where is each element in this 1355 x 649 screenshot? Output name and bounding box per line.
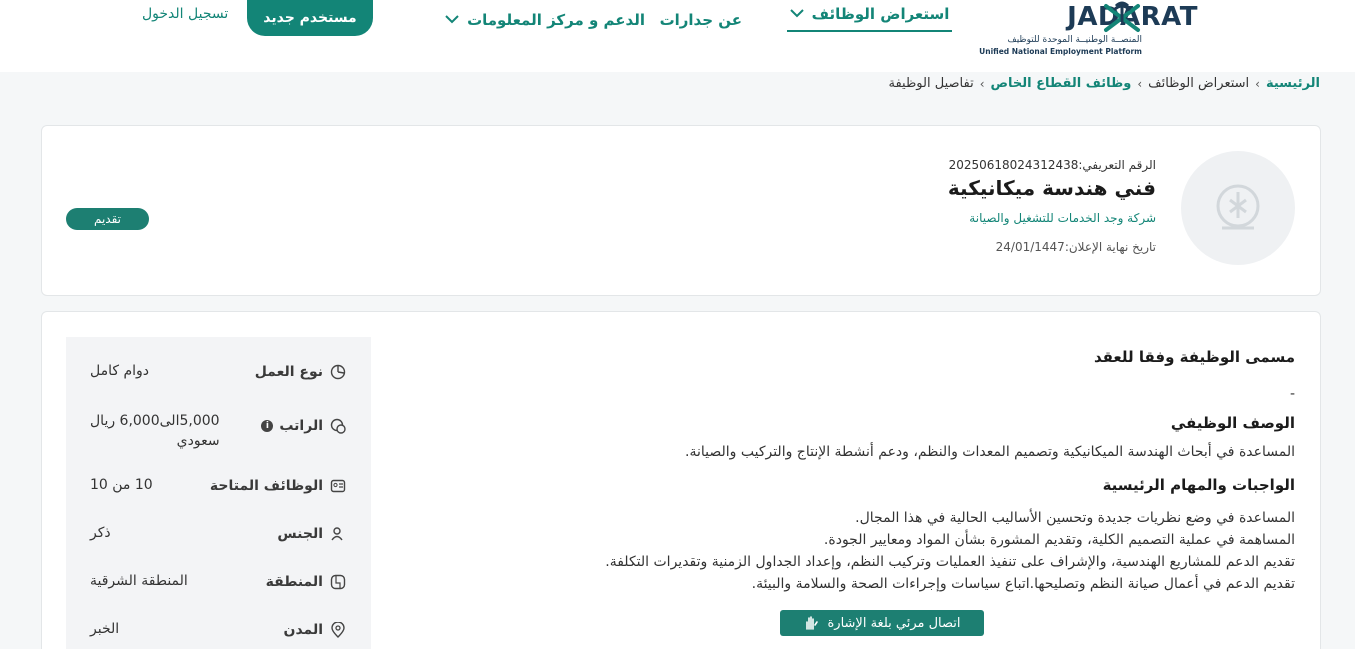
description-text: المساعدة في أبحاث الهندسة الميكانيكية وت… [685, 444, 1295, 460]
deadline: تاريخ نهاية الإعلان:24/01/1447 [995, 240, 1156, 254]
gender-label-wrap: الجنس [277, 525, 347, 543]
palm-swords-icon [1104, 1, 1140, 32]
duty-item: المساهمة في عملية التصميم الكلية، وتقديم… [823, 532, 1295, 548]
nav-support[interactable]: الدعم و مركز المعلومات [445, 0, 645, 40]
site-header: JADARAT المنصــة الوطنيــة الموحدة للتوظ… [0, 0, 1355, 72]
salary-label: الراتب [279, 418, 323, 434]
nav-browse-jobs-label: استعراض الوظائف [811, 5, 950, 23]
job-title: فني هندسة ميكانيكية [947, 176, 1156, 200]
pie-chart-icon [329, 363, 347, 381]
breadcrumb-separator-icon: › [1137, 76, 1143, 91]
duty-item: تقديم الدعم في أعمال صيانة النظم وتصليحه… [751, 576, 1295, 592]
company-avatar [1181, 151, 1295, 265]
breadcrumb-private-jobs[interactable]: وظائف القطاع الخاص [991, 76, 1132, 91]
info-icon[interactable]: i [261, 420, 274, 432]
nav-about-label: عن جدارات [659, 11, 742, 29]
salary-value-line2: سعودي [176, 433, 220, 449]
work-type-label-wrap: نوع العمل [255, 363, 347, 381]
logo-english-name: Unified National Employment Platform [979, 47, 1142, 56]
breadcrumb-separator-icon: › [979, 76, 985, 91]
nav-support-label: الدعم و مركز المعلومات [467, 11, 645, 29]
map-region-icon [329, 573, 347, 591]
available-label-wrap: الوظائف المتاحة [210, 477, 347, 495]
login-link[interactable]: تسجيل الدخول [142, 6, 228, 22]
duty-item: تقديم الدعم للمشاريع الهندسية، والإشراف … [605, 554, 1295, 570]
city-label-wrap: المدن [284, 621, 347, 639]
nav-browse-jobs[interactable]: استعراض الوظائف [787, 0, 952, 32]
job-id: الرقم التعريفي:20250618024312438 [948, 158, 1156, 172]
region-label-wrap: المنطقة [266, 573, 347, 591]
region-value: المنطقة الشرقية [90, 573, 188, 589]
breadcrumb-home[interactable]: الرئيسية [1266, 76, 1320, 91]
sign-language-button[interactable]: اتصال مرئي بلغة الإشارة [780, 610, 984, 636]
user-icon [329, 525, 347, 543]
job-info-sidebar: نوع العمل دوام كامل الراتب i 5,000الى6,0… [66, 337, 371, 649]
contract-title-value: - [1289, 386, 1295, 402]
description-heading: الوصف الوظيفي [1170, 414, 1295, 432]
available-value: 10 من 10 [90, 477, 153, 493]
new-user-button[interactable]: مستخدم جديد [247, 0, 373, 36]
salary-value-line1: 5,000الى6,000 ريال [90, 413, 220, 429]
duty-item: المساعدة في وضع نظريات جديدة وتحسين الأس… [855, 510, 1295, 526]
breadcrumb: الرئيسية › استعراض الوظائف › وظائف القطا… [888, 76, 1320, 91]
gender-label: الجنس [277, 526, 323, 542]
salary-value: 5,000الى6,000 ريال سعودي [90, 411, 220, 451]
available-label: الوظائف المتاحة [209, 478, 323, 494]
gender-value: ذكر [90, 525, 111, 541]
id-card-icon [329, 477, 347, 495]
breadcrumb-separator-icon: › [1255, 76, 1260, 91]
sign-language-label: اتصال مرئي بلغة الإشارة [827, 615, 961, 631]
jadarat-logo[interactable]: JADARAT المنصــة الوطنيــة الموحدة للتوظ… [979, 0, 1250, 60]
contract-title-heading: مسمى الوظيفة وفقا للعقد [1093, 348, 1295, 366]
location-pin-icon [329, 621, 347, 639]
money-icon [329, 417, 347, 435]
hand-sign-icon [806, 616, 819, 630]
salary-label-wrap: الراتب i [253, 417, 347, 435]
apply-button[interactable]: تقديم [66, 208, 149, 230]
nav-about[interactable]: عن جدارات [660, 0, 742, 40]
chevron-down-icon [445, 13, 459, 28]
company-placeholder-icon [1216, 184, 1260, 230]
work-type-value: دوام كامل [90, 363, 150, 379]
breadcrumb-current: تفاصيل الوظيفة [888, 76, 974, 91]
work-type-label: نوع العمل [254, 364, 323, 380]
job-summary-card: الرقم التعريفي:20250618024312438 فني هند… [41, 125, 1321, 296]
breadcrumb-browse[interactable]: استعراض الوظائف [1148, 76, 1249, 91]
job-details-card: مسمى الوظيفة وفقا للعقد - الوصف الوظيفي … [41, 311, 1321, 649]
city-label: المدن [283, 622, 323, 638]
city-value: الخبر [90, 621, 120, 637]
company-name[interactable]: شركة وجد الخدمات للتشغيل والصيانة [969, 211, 1156, 225]
duties-heading: الواجبات والمهام الرئيسية [1102, 476, 1295, 494]
chevron-down-icon [789, 7, 804, 22]
logo-arabic-name: المنصــة الوطنيــة الموحدة للتوظيف [1007, 35, 1142, 45]
region-label: المنطقة [265, 574, 323, 590]
